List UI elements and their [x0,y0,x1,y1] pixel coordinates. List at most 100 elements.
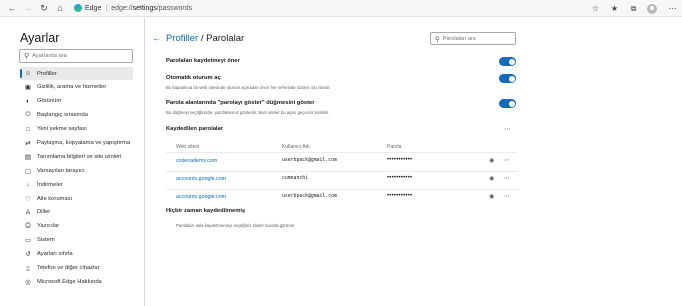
edge-logo-icon [74,4,82,12]
reset-icon: ↺ [25,251,31,259]
sidebar-item-label: Yazıcılar [37,223,60,230]
breadcrumb-profiles-link[interactable]: Profiller [166,33,198,44]
refresh-icon[interactable]: ↻ [36,1,52,15]
sidebar-nav: ☺ Profiller ▣ Gizlilik, arama ve hizmetler ◐… [20,67,133,289]
sidebar-item-appearance[interactable]: ◐ Görünüm [20,95,133,108]
sidebar-item-download[interactable]: ↓ İndirmeler [20,178,133,191]
password-row: accounts.google.com cumnanchi ••••••••••… [166,172,518,189]
page-title: Profiller / Parolalar [166,33,244,44]
sidebar-item-label: Yeni sekme sayfası [37,126,87,133]
table-divider [166,152,518,153]
password-site-link[interactable]: accounts.google.com [176,176,226,182]
password-site-link[interactable]: accounts.google.com [176,194,226,200]
password-username: cumnanchi [282,176,308,181]
collections-icon[interactable]: ⧉ [624,2,643,16]
sidebar-item-label: Görünüm [37,98,62,105]
column-header-password: Parola [387,144,402,150]
sidebar-item-label: Aile koruması [37,195,73,202]
back-arrow-icon[interactable]: ← [152,33,161,43]
password-masked: ••••••••••• [387,175,413,181]
sidebar-item-label: Paylaşma, kopyalama ve yapıştırma [37,139,131,146]
sidebar-item-label: Ayarları sıfırla [37,251,73,258]
row-more-icon[interactable]: ⋯ [503,174,510,182]
sidebar-item-phone[interactable]: ▯ Telefon ve diğer cihazlar [20,261,133,274]
url-bold: settings [132,4,157,12]
password-site-link[interactable]: codecademy.com [176,158,217,164]
sidebar-item-person[interactable]: ☺ Profiller [20,67,133,80]
new-tab-icon: □ [26,125,30,133]
auto-signin-toggle[interactable] [499,74,516,83]
never-saved-title: Hiçbir zaman kaydedilmemiş [166,208,246,214]
sidebar-item-site-permissions[interactable]: ▤ Tanımlama bilgileri ve site izinleri [20,150,133,163]
site-permissions-icon: ▤ [24,153,32,161]
share-icon: ⇄ [25,139,31,147]
back-icon[interactable]: ← [4,1,20,15]
browser-toolbar: ← → ↻ ⌂ Edge | edge://settings/passwords… [0,0,682,17]
column-header-site: Web sitesi [176,144,199,150]
sidebar-item-family[interactable]: ♡ Aile koruması [20,192,133,205]
row-more-icon[interactable]: ⋯ [503,192,510,200]
edge-icon: ◎ [25,278,31,286]
sidebar-item-share[interactable]: ⇄ Paylaşma, kopyalama ve yapıştırma [20,136,133,149]
sidebar-item-language[interactable]: A Diller [20,206,133,219]
auto-signin-setting-title: Otomatik oturum aç [166,75,221,81]
sidebar-item-label: Gizlilik, arama ve hizmetler [37,84,107,91]
favorites-list-icon[interactable]: ★ [605,2,624,16]
sidebar-item-label: Telefon ve diğer cihazlar [37,264,100,271]
person-icon: ☺ [24,70,32,77]
more-menu-icon[interactable]: ⋯ [663,2,682,16]
saved-passwords-more-icon[interactable]: ⋯ [504,125,512,133]
sidebar-item-label: Başlangıç sırasında [37,112,88,119]
saved-passwords-title: Kaydedilen parolalar [166,126,224,132]
profile-avatar[interactable] [647,3,657,14]
show-password-eye-icon[interactable]: ◉ [489,157,494,164]
password-masked: ••••••••••• [387,193,413,199]
sidebar-item-label: Microsoft Edge Hakkında [37,278,102,285]
reveal-button-setting-title: Parola alanlarında "parolayı göster" düğ… [166,100,315,106]
row-more-icon[interactable]: ⋯ [503,156,510,164]
password-search-input[interactable] [442,35,513,42]
phone-icon: ▯ [26,264,30,272]
sidebar-item-label: Diller [37,209,51,216]
address-separator: | [105,4,108,12]
family-icon: ♡ [25,195,31,203]
address-bar[interactable]: Edge | edge://settings/passwords [74,2,192,15]
reveal-button-setting-desc: Bu düğmeyi seçtiğinizde, yazdıklarınız g… [166,110,330,115]
page-title-text: Parolalar [206,33,245,44]
show-password-eye-icon[interactable]: ◉ [489,175,494,182]
sidebar-item-label: Varsayılan tarayıcı [37,167,85,174]
settings-search[interactable]: ⚲ [19,49,133,63]
password-search[interactable]: ⚲ [430,32,516,45]
show-password-eye-icon[interactable]: ◉ [489,193,494,200]
sidebar-item-label: Profiller [37,70,57,77]
offer-save-toggle[interactable] [499,57,516,66]
favorite-star-icon[interactable]: ☆ [586,2,605,16]
passwords-page: ← Profiller / Parolalar ⚲ Parolaları kay… [146,18,682,306]
forward-icon[interactable]: → [20,1,36,15]
lock-icon: ▣ [24,84,32,92]
sidebar-item-edge[interactable]: ◎ Microsoft Edge Hakkında [20,275,133,288]
reveal-button-toggle[interactable] [499,99,516,108]
search-icon: ⚲ [24,53,30,60]
browser-icon: ▢ [24,167,32,175]
sidebar-item-browser[interactable]: ▢ Varsayılan tarayıcı [20,164,133,177]
home-icon[interactable]: ⌂ [52,1,68,15]
settings-search-input[interactable] [32,53,123,59]
search-icon: ⚲ [435,35,440,43]
offer-save-setting-title: Parolaları kaydetmeyi öner [166,58,240,64]
password-username: userbpack@gmail.com [282,194,337,199]
sidebar-item-printer[interactable]: ⎙ Yazıcılar [20,220,133,233]
sidebar-item-label: İndirmeler [37,181,63,188]
settings-sidebar: Ayarlar ⚲ ☺ Profiller ▣ Gizlilik, arama ve … [0,18,145,306]
sidebar-item-system[interactable]: ▭ Sistem [20,234,133,247]
url-prefix: edge:// [111,4,133,12]
sidebar-item-reset[interactable]: ↺ Ayarları sıfırla [20,248,133,261]
sidebar-item-power[interactable]: ⏻ Başlangıç sırasında [20,109,133,122]
password-row: accounts.google.com userbpack@gmail.com … [166,190,518,207]
password-masked: ••••••••••• [387,157,413,163]
sidebar-item-lock[interactable]: ▣ Gizlilik, arama ve hizmetler [20,81,133,94]
sidebar-item-new-tab[interactable]: □ Yeni sekme sayfası [20,123,133,136]
download-icon: ↓ [26,181,30,189]
power-icon: ⏻ [25,111,31,119]
column-header-user: Kullanıcı Adı [282,144,310,150]
